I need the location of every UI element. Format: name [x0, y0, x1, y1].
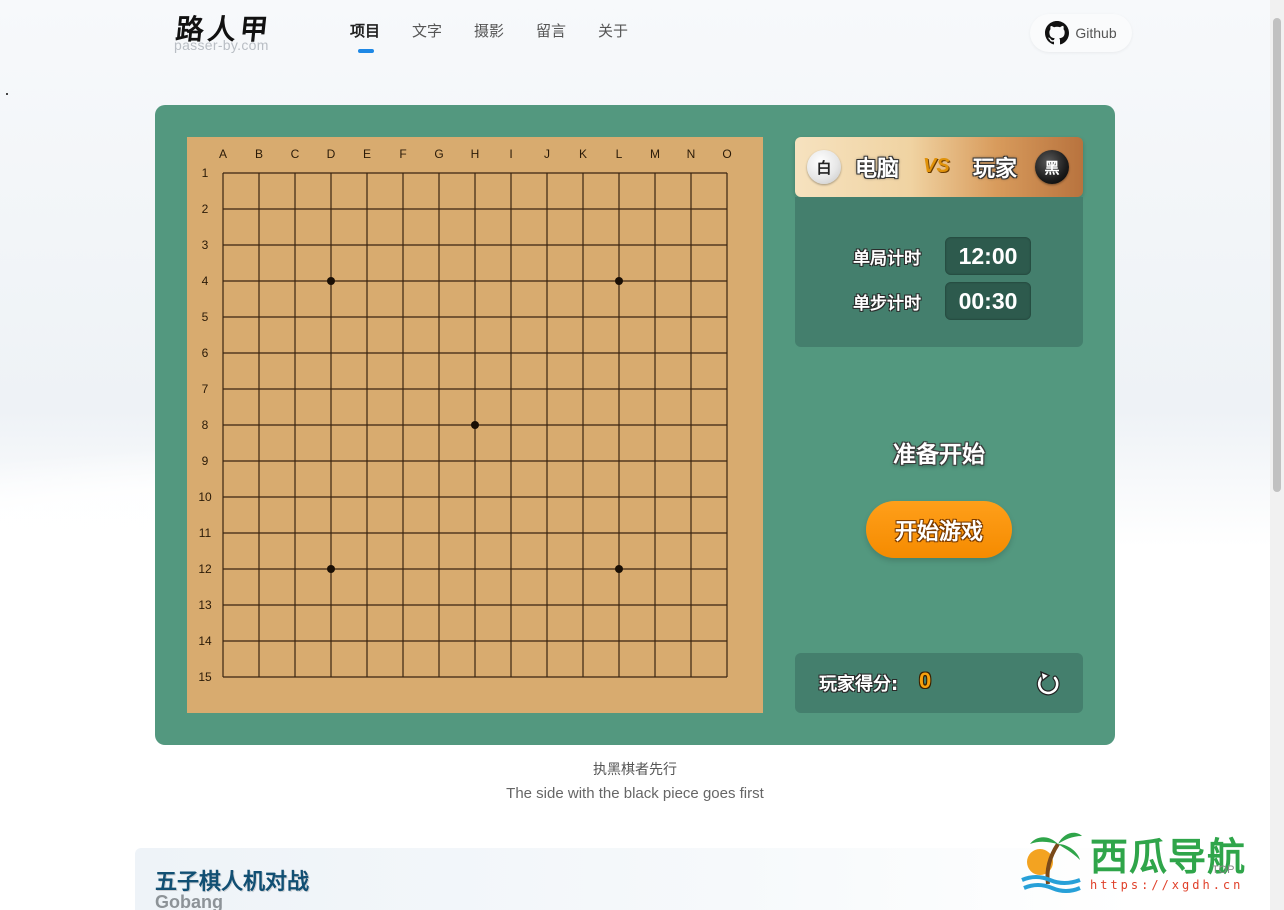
github-button[interactable]: Github: [1030, 14, 1132, 52]
column-label: N: [687, 147, 696, 161]
logo-subtitle: passer-by.com: [174, 37, 269, 53]
vs-label: VS: [923, 155, 950, 177]
column-label: F: [399, 147, 406, 161]
column-label: E: [363, 147, 371, 161]
game-status: 准备开始: [893, 442, 985, 468]
computer-player-name: 电脑: [855, 157, 900, 182]
star-point: [615, 277, 623, 285]
players-bar: 白 电脑 VS 玩家 黑: [795, 137, 1083, 197]
row-label: 4: [202, 274, 209, 288]
step-timer-value: 00:30: [945, 282, 1031, 320]
column-label: D: [327, 147, 336, 161]
game-timer-value: 12:00: [945, 237, 1031, 275]
row-label: 2: [202, 202, 209, 216]
row-label: 3: [202, 238, 209, 252]
start-game-button[interactable]: 开始游戏: [866, 501, 1012, 558]
row-label: 6: [202, 346, 209, 360]
nav-item-projects[interactable]: 项目: [350, 20, 412, 53]
column-label: J: [544, 147, 550, 161]
stray-dot: [6, 93, 8, 95]
column-label: O: [722, 147, 731, 161]
project-subtitle: Gobang: [155, 892, 223, 910]
row-label: 12: [198, 562, 212, 576]
watermark: 西瓜导航 https://xgdh.cn: [1018, 822, 1268, 902]
column-label: A: [219, 147, 227, 161]
star-point: [327, 565, 335, 573]
main-nav: 项目 文字 摄影 留言 关于: [350, 20, 660, 53]
refresh-icon: [1036, 670, 1060, 696]
column-label: M: [650, 147, 660, 161]
row-label: 1: [202, 166, 209, 180]
row-label: 11: [199, 526, 212, 540]
game-panel: A B C D E F G H I J K L M N O 1 2 3 4 5 6 7 8 9 10 11 12 13 14 15 白 电…: [155, 105, 1115, 745]
refresh-button[interactable]: [1031, 667, 1065, 701]
human-player-name: 玩家: [973, 157, 1018, 182]
step-timer-row: 单步计时 00:30: [853, 282, 1031, 320]
gobang-board[interactable]: A B C D E F G H I J K L M N O 1 2 3 4 5 6 7 8 9 10 11 12 13 14 15: [187, 137, 763, 713]
game-timer-row: 单局计时 12:00: [853, 237, 1031, 275]
caption-english: The side with the black piece goes first: [506, 785, 764, 802]
caption-chinese: 执黑棋者先行: [593, 762, 677, 778]
site-header: 路人甲 passer-by.com 项目 文字 摄影 留言 关于 Github: [0, 0, 1284, 70]
nav-item-writing[interactable]: 文字: [412, 20, 474, 41]
timer-box: 单局计时 12:00 单步计时 00:30: [795, 197, 1083, 347]
palm-island-logo-icon: [1021, 832, 1082, 893]
row-label: 13: [198, 598, 212, 612]
column-label: L: [616, 147, 623, 161]
site-logo[interactable]: 路人甲 passer-by.com: [172, 8, 284, 56]
score-box: 玩家得分: 0: [795, 653, 1083, 713]
row-label: 14: [198, 634, 212, 648]
white-piece-badge: 白: [807, 150, 841, 184]
score-value: 0: [919, 668, 932, 693]
row-label: 15: [198, 670, 212, 684]
column-label: I: [509, 147, 512, 161]
row-label: 5: [202, 310, 209, 324]
star-point: [327, 277, 335, 285]
board-grid[interactable]: A B C D E F G H I J K L M N O123456789101112131415: [187, 137, 763, 713]
nav-item-guestbook[interactable]: 留言: [536, 20, 598, 41]
row-label: 8: [202, 418, 209, 432]
row-label: 10: [198, 490, 212, 504]
row-label: 9: [202, 454, 209, 468]
github-label: Github: [1075, 25, 1117, 41]
star-point: [471, 421, 479, 429]
step-timer-label: 单步计时: [853, 293, 921, 314]
scrollbar-thumb[interactable]: [1273, 18, 1281, 492]
column-label: C: [291, 147, 300, 161]
github-icon: [1045, 21, 1070, 45]
back-to-top-button[interactable]: TOP: [1212, 864, 1234, 876]
star-point: [615, 565, 623, 573]
nav-item-about[interactable]: 关于: [598, 20, 660, 41]
watermark-url: https://xgdh.cn: [1090, 878, 1244, 892]
column-label: H: [471, 147, 480, 161]
nav-item-photography[interactable]: 摄影: [474, 20, 536, 41]
black-piece-badge: 黑: [1035, 150, 1069, 184]
column-label: B: [255, 147, 263, 161]
page-scrollbar[interactable]: [1270, 0, 1284, 910]
score-label: 玩家得分:: [819, 674, 899, 695]
project-info-card: 五子棋人机对战 Gobang: [135, 848, 1135, 910]
row-label: 7: [202, 382, 209, 396]
column-label: G: [434, 147, 443, 161]
game-timer-label: 单局计时: [853, 248, 921, 269]
column-label: K: [579, 147, 587, 161]
